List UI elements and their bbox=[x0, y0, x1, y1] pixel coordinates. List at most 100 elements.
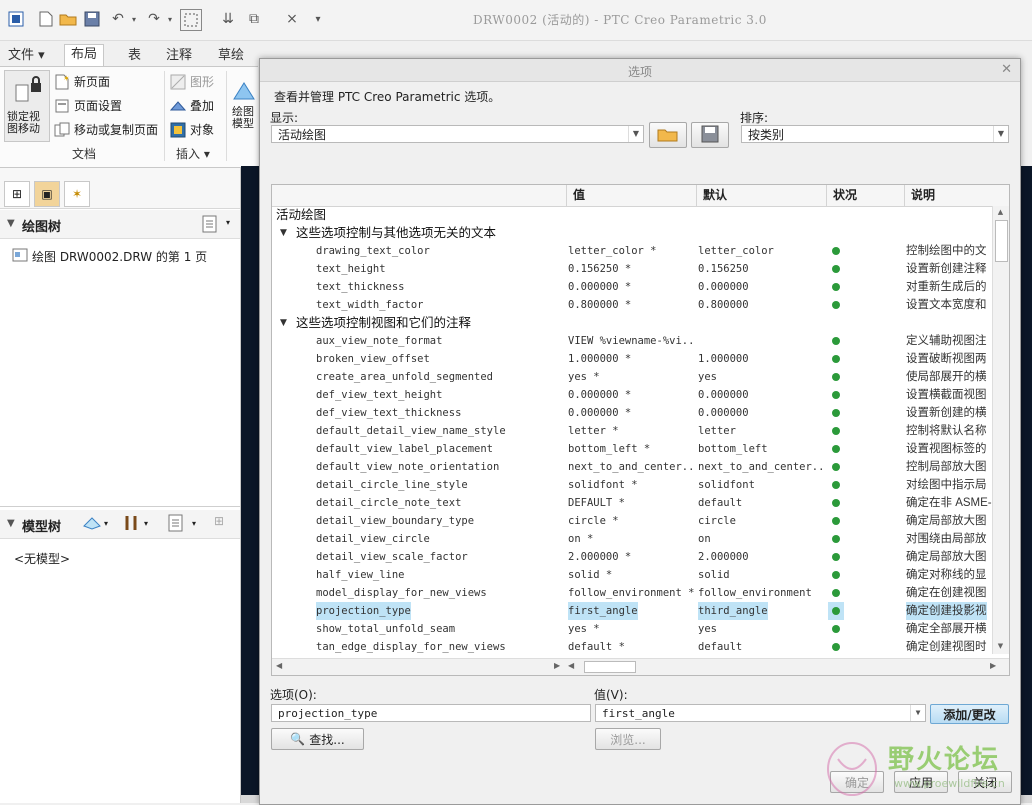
save-config-button[interactable] bbox=[691, 122, 729, 148]
tree-settings-icon[interactable] bbox=[168, 514, 184, 535]
lock-view-button[interactable]: 锁定视图移动 bbox=[4, 70, 50, 142]
windows-icon[interactable]: ⧉ bbox=[244, 9, 264, 29]
page-setup-label: 页面设置 bbox=[74, 99, 123, 113]
watermark-logo-icon bbox=[827, 742, 877, 796]
table-row[interactable]: broken_view_offset 1.000000 * 1.000000 设置破断… bbox=[272, 350, 992, 368]
option-name: default_view_label_placement bbox=[316, 443, 494, 455]
scroll-left-icon[interactable]: ◀ bbox=[568, 661, 574, 670]
table-row[interactable]: half_view_line solid * solid 确定对称线的显 bbox=[272, 566, 992, 584]
table-row[interactable]: def_view_text_thickness 0.000000 * 0.00000… bbox=[272, 404, 992, 422]
option-value-dropdown[interactable]: first_angle ▼ bbox=[595, 704, 926, 722]
scroll-right-icon[interactable]: ▶ bbox=[554, 661, 560, 670]
scrollbar-thumb[interactable] bbox=[995, 220, 1008, 262]
tab-annotate[interactable]: 注释 bbox=[160, 46, 198, 66]
navigator-panel: ⊞ ▣ ✶ ▼ 绘图树 ▾ 绘图 DRW0002.DRW 的第 1 页 ▼ 模型… bbox=[0, 168, 241, 803]
move-copy-pages-button[interactable]: 移动或复制页面 bbox=[54, 121, 158, 138]
scroll-right-icon[interactable]: ▶ bbox=[990, 661, 996, 670]
table-row[interactable]: detail_view_scale_factor 2.000000 * 2.0000… bbox=[272, 548, 992, 566]
page-setup-button[interactable]: 页面设置 bbox=[54, 97, 122, 114]
tab-layout[interactable]: 布局 bbox=[64, 44, 105, 67]
collapse-arrow-icon[interactable]: ▼ bbox=[7, 218, 15, 229]
option-description: 确定创建视图时 bbox=[906, 641, 987, 653]
column-header-status[interactable]: 状况 bbox=[826, 185, 904, 206]
collapse-arrow-icon[interactable]: ▼ bbox=[7, 518, 15, 529]
group-label-insert[interactable]: 插入 ▾ bbox=[176, 145, 210, 162]
select-box-icon[interactable] bbox=[180, 9, 202, 31]
group-row[interactable]: ▼ 这些选项控制视图和它们的注释 bbox=[272, 314, 992, 332]
table-row[interactable]: default_view_label_placement bottom_left … bbox=[272, 440, 992, 458]
tab-model-tree[interactable]: ⊞ bbox=[4, 181, 30, 207]
close-window-icon[interactable]: ⨯ bbox=[282, 9, 302, 29]
table-row[interactable]: detail_view_boundary_type circle * circle 确… bbox=[272, 512, 992, 530]
option-name-input[interactable]: projection_type bbox=[271, 704, 591, 722]
tree-settings-icon[interactable] bbox=[202, 215, 218, 236]
redo-dropdown-icon[interactable]: ▾ bbox=[160, 9, 180, 29]
table-row[interactable]: drawing_text_color letter_color * letter_c… bbox=[272, 242, 992, 260]
collapse-arrow-icon[interactable]: ▼ bbox=[280, 224, 287, 242]
dialog-title-bar[interactable]: 选项 ✕ bbox=[260, 59, 1020, 82]
browse-button[interactable]: 浏览... bbox=[595, 728, 661, 750]
scroll-up-icon[interactable]: ▲ bbox=[995, 208, 1006, 218]
regenerate-icon[interactable]: ⇊ bbox=[218, 9, 238, 29]
customize-dropdown-icon[interactable]: ▾ bbox=[308, 9, 328, 29]
group-row[interactable]: 活动绘图 bbox=[272, 206, 992, 224]
scroll-left-icon[interactable]: ◀ bbox=[276, 661, 282, 670]
table-row[interactable]: def_view_text_height 0.000000 * 0.000000 设置… bbox=[272, 386, 992, 404]
table-row[interactable]: default_detail_view_name_style letter * le… bbox=[272, 422, 992, 440]
tab-folder-browser[interactable]: ▣ bbox=[34, 181, 60, 207]
collapse-arrow-icon[interactable]: ▼ bbox=[280, 314, 287, 332]
find-button[interactable]: 🔍 查找... bbox=[271, 728, 364, 750]
window-icon[interactable] bbox=[6, 9, 26, 29]
tab-favorites[interactable]: ✶ bbox=[64, 181, 90, 207]
table-row[interactable]: default_view_note_orientation next_to_and… bbox=[272, 458, 992, 476]
drawing-tree-item[interactable]: 绘图 DRW0002.DRW 的第 1 页 bbox=[12, 248, 207, 265]
model-tree-header[interactable]: ▼ 模型树 ▾ ▾ ▾ ⊞ bbox=[0, 510, 240, 539]
tools-icon[interactable] bbox=[124, 514, 140, 535]
table-row[interactable]: aux_view_note_format VIEW %viewname-%vi..… bbox=[272, 332, 992, 350]
sort-dropdown[interactable]: 按类别 ▼ bbox=[741, 125, 1009, 143]
overlay-button[interactable]: 叠加 bbox=[169, 97, 214, 114]
show-icon[interactable] bbox=[82, 516, 102, 533]
table-row[interactable]: tan_edge_display_for_new_views default * d… bbox=[272, 638, 992, 654]
scrollbar-thumb[interactable] bbox=[584, 661, 636, 673]
tab-table[interactable]: 表 bbox=[122, 46, 147, 66]
vertical-scrollbar[interactable]: ▲ ▼ bbox=[992, 206, 1009, 654]
save-icon[interactable] bbox=[82, 9, 102, 29]
table-row[interactable]: create_area_unfold_segmented yes * yes 使局部展… bbox=[272, 368, 992, 386]
open-folder-icon[interactable] bbox=[58, 9, 78, 29]
show-dropdown-icon[interactable]: ▾ bbox=[104, 519, 108, 528]
table-row[interactable]: detail_circle_line_style solidfont * solid… bbox=[272, 476, 992, 494]
tab-file[interactable]: 文件 ▾ bbox=[2, 46, 51, 66]
table-row[interactable]: text_height 0.156250 * 0.156250 设置新创建注释 bbox=[272, 260, 992, 278]
tree-filter-icon[interactable]: ⊞ bbox=[214, 514, 224, 528]
table-row[interactable]: text_width_factor 0.800000 * 0.800000 设置文本宽… bbox=[272, 296, 992, 314]
table-row[interactable]: detail_view_circle on * on 对围绕由局部放 bbox=[272, 530, 992, 548]
tree-settings-dropdown-icon[interactable]: ▾ bbox=[192, 519, 196, 528]
new-page-button[interactable]: ✶ 新页面 bbox=[54, 73, 110, 90]
horizontal-scrollbar[interactable]: ◀ ▶ ◀ ▶ bbox=[272, 658, 1009, 675]
option-description: 设置新创建注释 bbox=[906, 263, 987, 275]
scroll-down-icon[interactable]: ▼ bbox=[995, 642, 1006, 652]
table-row[interactable]: detail_circle_note_text DEFAULT * default 确… bbox=[272, 494, 992, 512]
table-row[interactable]: show_total_unfold_seam yes * yes 确定全部展开横 bbox=[272, 620, 992, 638]
column-header-description[interactable]: 说明 bbox=[904, 185, 1009, 206]
tools-dropdown-icon[interactable]: ▾ bbox=[144, 519, 148, 528]
drawing-tree-header[interactable]: ▼ 绘图树 ▾ bbox=[0, 210, 240, 239]
table-row[interactable]: text_thickness 0.000000 * 0.000000 对重新生成后的 bbox=[272, 278, 992, 296]
table-row[interactable]: model_display_for_new_views follow_enviro… bbox=[272, 584, 992, 602]
graphics-button[interactable]: 图形 bbox=[170, 73, 214, 90]
column-header-value[interactable]: 值 bbox=[566, 185, 696, 206]
show-dropdown[interactable]: 活动绘图 ▼ bbox=[271, 125, 644, 143]
tree-settings-dropdown-icon[interactable]: ▾ bbox=[226, 218, 230, 227]
add-change-button[interactable]: 添加/更改 bbox=[930, 704, 1009, 724]
object-button[interactable]: 对象 bbox=[170, 121, 214, 138]
tab-sketch[interactable]: 草绘 bbox=[212, 46, 250, 66]
group-row[interactable]: ▼ 这些选项控制与其他选项无关的文本 bbox=[272, 224, 992, 242]
table-row[interactable]: projection_type first_angle third_angle 确定创… bbox=[272, 602, 992, 620]
new-file-icon[interactable] bbox=[36, 9, 56, 29]
undo-dropdown-icon[interactable]: ▾ bbox=[124, 9, 144, 29]
open-config-button[interactable] bbox=[649, 122, 687, 148]
close-icon[interactable]: ✕ bbox=[1001, 62, 1012, 77]
column-header-default[interactable]: 默认 bbox=[696, 185, 826, 206]
drawing-model-button[interactable]: 绘图模型 bbox=[232, 79, 258, 130]
